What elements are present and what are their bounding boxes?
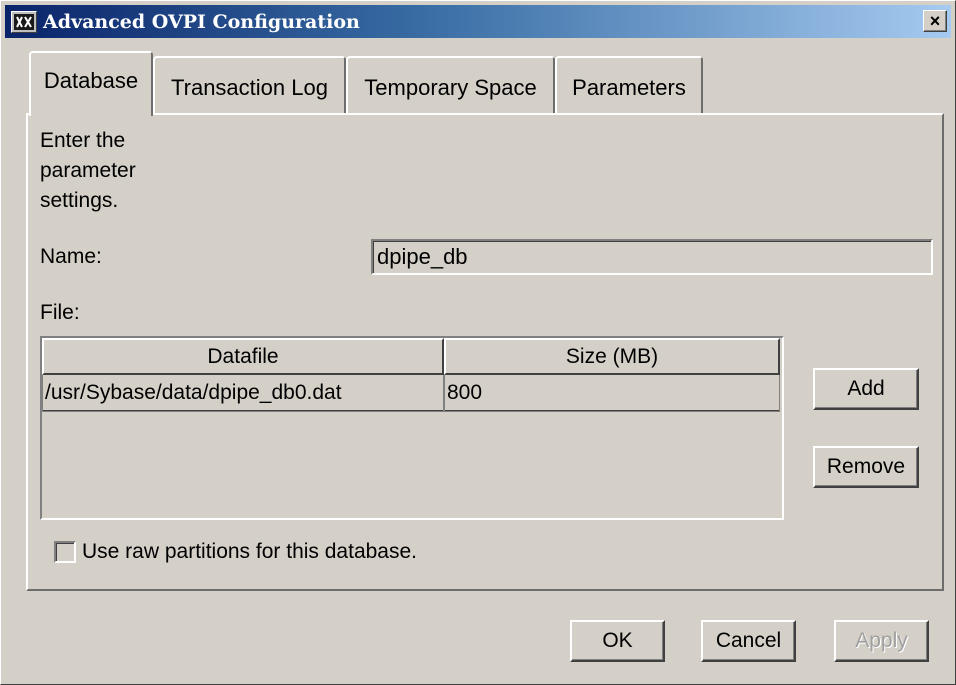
size-cell[interactable]: 800 [444, 375, 780, 412]
tab-database-label: Database [43, 67, 139, 93]
column-header-datafile[interactable]: Datafile [42, 338, 444, 375]
datafile-cell[interactable]: /usr/Sybase/data/dpipe_db0.dat [42, 375, 444, 412]
app-icon [11, 10, 37, 33]
tab-database[interactable]: Database [29, 51, 153, 116]
cancel-button[interactable]: Cancel [701, 620, 796, 662]
name-input[interactable] [371, 239, 933, 275]
instruction-line-1: Enter the [40, 129, 126, 152]
name-label: Name: [40, 245, 102, 268]
ok-button[interactable]: OK [570, 620, 665, 662]
database-tab-panel: Enter the parameter settings. Name: File… [26, 113, 944, 591]
tab-transaction-log-label: Transaction Log [171, 75, 328, 100]
raw-partitions-label[interactable]: Use raw partitions for this database. [82, 538, 417, 566]
instruction-line-3: settings. [40, 189, 119, 212]
title-bar[interactable]: Advanced OVPI Configuration × [5, 5, 951, 38]
file-label: File: [40, 301, 80, 324]
apply-button[interactable]: Apply [834, 620, 929, 662]
tab-transaction-log[interactable]: Transaction Log [153, 56, 346, 114]
dialog-window: Advanced OVPI Configuration × Database T… [0, 0, 956, 685]
tab-parameters[interactable]: Parameters [555, 56, 703, 114]
remove-button[interactable]: Remove [813, 446, 919, 488]
column-header-size[interactable]: Size (MB) [444, 338, 780, 375]
add-button[interactable]: Add [813, 368, 919, 410]
close-icon: × [929, 11, 941, 31]
tab-temporary-space[interactable]: Temporary Space [346, 56, 555, 114]
datafile-table[interactable]: Datafile Size (MB) /usr/Sybase/data/dpip… [40, 336, 784, 520]
raw-partitions-checkbox[interactable] [54, 541, 76, 563]
instruction-line-2: parameter [40, 159, 136, 182]
tab-temporary-space-label: Temporary Space [364, 75, 537, 100]
close-button[interactable]: × [923, 10, 947, 32]
window-title: Advanced OVPI Configuration [43, 10, 360, 33]
tab-parameters-label: Parameters [572, 75, 686, 100]
